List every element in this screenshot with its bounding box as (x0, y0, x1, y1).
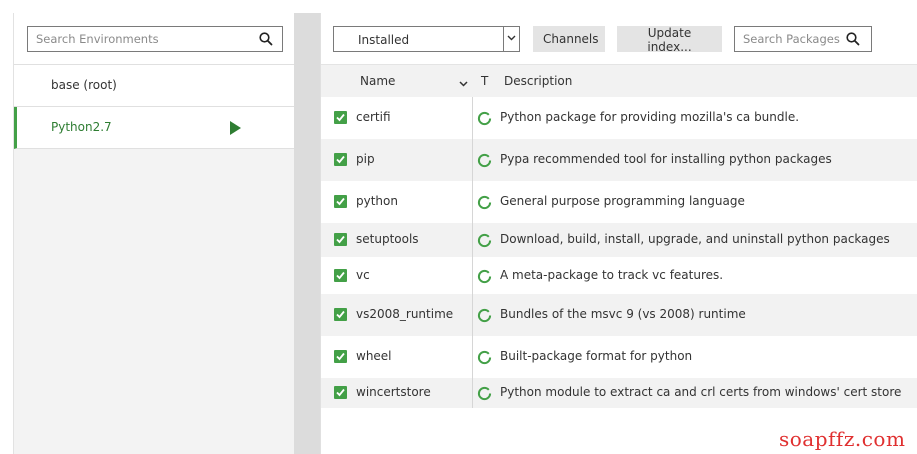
checkbox-checked-icon[interactable] (334, 233, 347, 246)
checkbox-checked-icon[interactable] (334, 350, 347, 363)
table-row[interactable]: wheel Built-package format for python (321, 336, 917, 378)
watermark-text: soapffz.com (779, 427, 906, 451)
env-search-bar (14, 13, 295, 65)
checkbox-checked-icon[interactable] (334, 386, 347, 399)
checkbox-checked-icon[interactable] (334, 269, 347, 282)
panel-splitter[interactable] (294, 13, 320, 454)
environments-panel: base (root) Python2.7 (13, 13, 295, 454)
package-status-icon (477, 233, 492, 248)
package-description: Download, build, install, upgrade, and u… (500, 232, 890, 246)
column-header-type[interactable]: T (481, 74, 488, 88)
package-description: Bundles of the msvc 9 (vs 2008) runtime (500, 307, 746, 321)
package-name: vs2008_runtime (356, 307, 454, 321)
table-row[interactable]: pip Pypa recommended tool for installing … (321, 139, 917, 181)
package-status-icon (477, 111, 492, 126)
checkbox-checked-icon[interactable] (334, 153, 347, 166)
update-index-button[interactable]: Update index... (617, 26, 722, 54)
package-name: wincertstore (356, 385, 431, 399)
env-item-label: base (root) (51, 78, 117, 92)
env-item-python27[interactable]: Python2.7 (14, 107, 295, 149)
column-divider (472, 336, 473, 378)
env-search-box[interactable] (27, 26, 283, 52)
column-divider (472, 223, 473, 257)
search-icon[interactable] (845, 31, 861, 47)
package-description: General purpose programming language (500, 194, 745, 208)
packages-table-header: Name T Description (321, 65, 917, 97)
env-item-base-root[interactable]: base (root) (14, 65, 295, 107)
search-icon[interactable] (258, 31, 274, 47)
checkbox-checked-icon[interactable] (334, 111, 347, 124)
packages-panel: Installed Channels Update index... Name … (320, 13, 917, 454)
package-search-box[interactable] (734, 26, 872, 52)
column-divider (472, 294, 473, 336)
env-search-input[interactable] (28, 27, 248, 51)
table-row[interactable]: vc A meta-package to track vc features. (321, 257, 917, 294)
column-divider (472, 181, 473, 223)
column-divider (472, 378, 473, 408)
package-name: setuptools (356, 232, 419, 246)
package-description: A meta-package to track vc features. (500, 268, 724, 282)
package-filter-select[interactable]: Installed (333, 26, 520, 52)
package-status-icon (477, 386, 492, 401)
table-row[interactable]: certifi Python package for providing mozi… (321, 97, 917, 139)
packages-toolbar: Installed Channels Update index... (321, 13, 917, 65)
table-row[interactable]: wincertstore Python module to extract ca … (321, 378, 917, 408)
table-row[interactable]: setuptools Download, build, install, upgr… (321, 223, 917, 257)
package-name: wheel (356, 349, 392, 363)
package-description: Pypa recommended tool for installing pyt… (500, 152, 832, 166)
column-header-description[interactable]: Description (504, 74, 572, 88)
package-name: vc (356, 268, 370, 282)
package-status-icon (477, 153, 492, 168)
package-status-icon (477, 195, 492, 210)
package-status-icon (477, 350, 492, 365)
play-icon[interactable] (230, 121, 241, 135)
table-row[interactable]: vs2008_runtime Bundles of the msvc 9 (vs … (321, 294, 917, 336)
chevron-down-icon[interactable] (503, 27, 519, 51)
column-divider (472, 257, 473, 294)
package-name: pip (356, 152, 375, 166)
checkbox-checked-icon[interactable] (334, 195, 347, 208)
column-header-name[interactable]: Name (360, 74, 395, 88)
package-description: Built-package format for python (500, 349, 693, 363)
column-divider (472, 97, 473, 139)
checkbox-checked-icon[interactable] (334, 308, 347, 321)
table-row[interactable]: python General purpose programming langua… (321, 181, 917, 223)
filter-selected-value: Installed (358, 33, 410, 47)
package-search-input[interactable] (735, 27, 843, 51)
channels-button[interactable]: Channels (533, 26, 605, 52)
package-description: Python package for providing mozilla's c… (500, 110, 800, 124)
env-item-label: Python2.7 (51, 120, 112, 134)
sort-chevron-down-icon[interactable] (459, 76, 468, 90)
package-description: Python module to extract ca and crl cert… (500, 385, 902, 399)
package-name: python (356, 194, 398, 208)
column-divider (472, 139, 473, 181)
package-name: certifi (356, 110, 391, 124)
package-status-icon (477, 308, 492, 323)
package-status-icon (477, 269, 492, 284)
